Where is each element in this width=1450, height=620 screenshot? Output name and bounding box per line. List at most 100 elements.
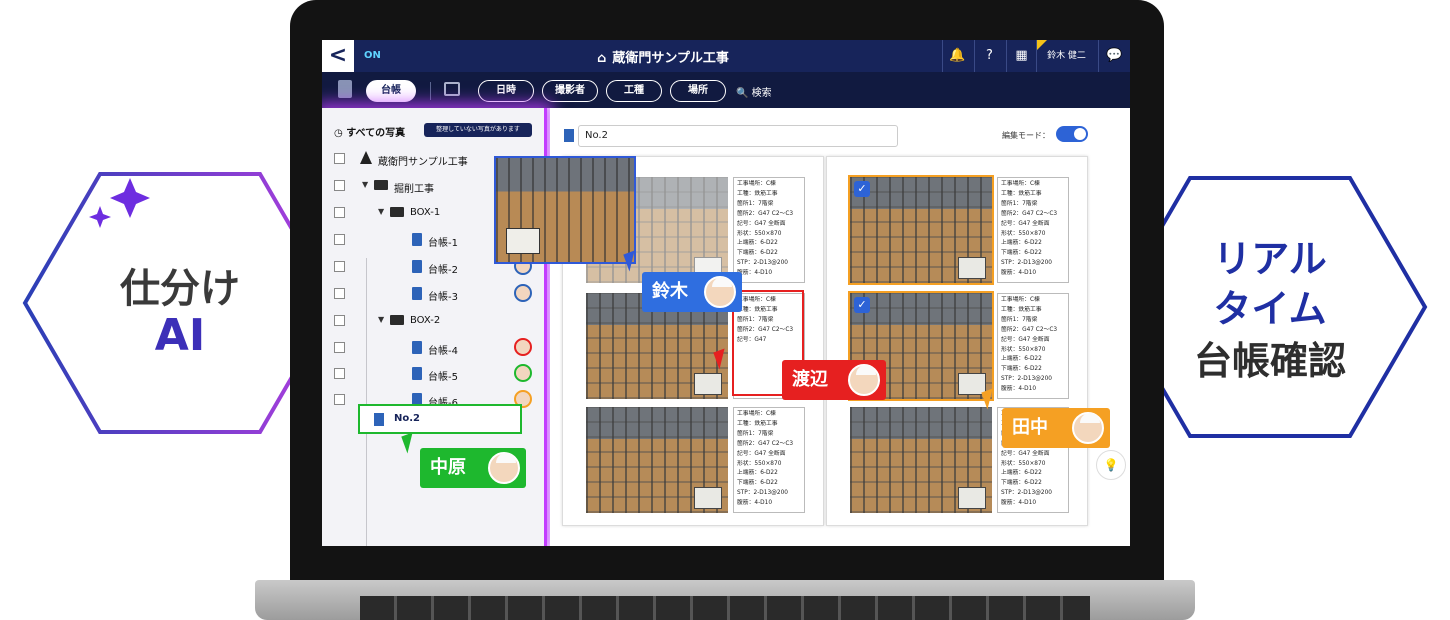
spec-line: 箇所2：G47 C2～C3: [1001, 210, 1058, 217]
filter-place[interactable]: 場所: [670, 80, 726, 102]
ledger-icon: [412, 341, 422, 354]
checkbox[interactable]: [334, 234, 345, 245]
spec-line: 工事場所：C棟: [1001, 181, 1040, 187]
ledger-icon: [374, 413, 384, 426]
cone-icon: [360, 151, 372, 164]
check-icon[interactable]: ✓: [854, 181, 870, 197]
all-photos-link[interactable]: ◷ すべての写真: [334, 124, 405, 139]
user-tag-watanabe: 渡辺: [782, 360, 886, 400]
ledger-photo[interactable]: [586, 407, 728, 513]
spec-line: 形状：550×870: [1001, 230, 1046, 237]
all-photos-label: すべての写真: [346, 128, 406, 139]
avatar: [488, 452, 520, 484]
avatar: [514, 284, 532, 302]
user-tag-tanaka: 田中: [1002, 408, 1110, 448]
ledger-icon: [412, 233, 422, 246]
search-icon: 🔍: [736, 88, 749, 99]
ledger-icon: [412, 260, 422, 273]
folder-icon: [374, 180, 388, 190]
ledger-name-input[interactable]: No.2: [578, 125, 898, 147]
filter-work-type[interactable]: 工種: [606, 80, 662, 102]
checkbox[interactable]: [334, 153, 345, 164]
new-ledger-label: No.2: [394, 413, 420, 424]
help-icon[interactable]: ?: [974, 40, 1004, 72]
tree-item-ledger-3[interactable]: 台帳-3: [322, 283, 547, 305]
spec-line: STP：2-D13@200: [737, 490, 788, 497]
ledger-photo[interactable]: [850, 407, 992, 513]
folder-icon: [390, 315, 404, 325]
grid-icon[interactable]: ▦: [1006, 40, 1036, 72]
online-status: ON: [364, 50, 381, 61]
search-link[interactable]: 🔍 検索: [736, 84, 772, 99]
tree-item-box2[interactable]: ▼ BOX-2: [322, 310, 547, 332]
spec-line: 形状：550×870: [1001, 346, 1046, 353]
book-icon[interactable]: [338, 80, 352, 98]
toggle-knob: [1074, 128, 1086, 140]
spec-line: 上端筋：6-D22: [737, 470, 778, 477]
home-icon[interactable]: ⌂: [597, 51, 606, 66]
folder-icon: [390, 207, 404, 217]
check-icon[interactable]: ✓: [854, 297, 870, 313]
edit-mode-toggle[interactable]: [1056, 126, 1088, 142]
spec-line: 記号：G47 全断面: [1001, 220, 1050, 227]
filter-date[interactable]: 日時: [478, 80, 534, 102]
spec-line: 記号：G47 全断面: [737, 220, 786, 227]
spec-line: STP：2-D13@200: [1001, 376, 1052, 383]
tab-ledger[interactable]: 台帳: [366, 80, 416, 102]
back-button[interactable]: <: [322, 40, 354, 72]
tree-item-ledger-4[interactable]: 台帳-4: [322, 337, 547, 359]
spec-line: 箇所1：7階梁: [737, 200, 774, 207]
spec-line: 記号：G47 全断面: [1001, 450, 1050, 457]
checkbox[interactable]: [334, 261, 345, 272]
checkbox[interactable]: [334, 288, 345, 299]
user-tag-name: 田中: [1012, 417, 1048, 438]
spec-line: 箇所1：7階梁: [1001, 200, 1038, 207]
user-name: 鈴木 健二: [1047, 51, 1086, 61]
user-tag-name: 渡辺: [792, 369, 828, 390]
site-board: [958, 487, 986, 509]
photo-select-icon[interactable]: [444, 82, 460, 96]
tree-item-label: 台帳-3: [428, 292, 458, 303]
lightbulb-icon[interactable]: 💡: [1096, 450, 1126, 480]
spec-line: STP：2-D13@200: [1001, 490, 1052, 497]
checkbox[interactable]: [334, 394, 345, 405]
user-tag-nakahara: 中原: [420, 448, 526, 488]
tree-item-label: 台帳-4: [428, 346, 458, 357]
chat-icon[interactable]: 💬: [1098, 40, 1130, 72]
checkbox[interactable]: [334, 207, 345, 218]
photo-spec-box: 工事場所：C棟 工種：鉄筋工事 箇所1：7階梁 箇所2：G47 C2～C3 記号…: [733, 407, 805, 513]
checkbox[interactable]: [334, 342, 345, 353]
caret-down-icon[interactable]: ▼: [378, 315, 384, 324]
spec-line: 腹筋：4-D10: [737, 270, 773, 277]
bell-icon[interactable]: 🔔: [942, 40, 972, 72]
new-ledger-item[interactable]: No.2: [358, 404, 522, 434]
spec-line: 上端筋：6-D22: [737, 240, 778, 247]
spec-line: 箇所1：7階梁: [1001, 316, 1038, 323]
ledger-icon: [564, 129, 574, 142]
checkbox[interactable]: [334, 368, 345, 379]
caret-down-icon[interactable]: ▼: [362, 180, 368, 189]
unorganized-badge[interactable]: 整理していない写真があります: [424, 123, 532, 137]
user-tag-name: 鈴木: [652, 281, 688, 302]
site-board: [958, 257, 986, 279]
ledger-icon: [412, 287, 422, 300]
user-menu[interactable]: 鈴木 健二: [1036, 40, 1096, 72]
dragged-photo[interactable]: [494, 156, 636, 264]
caret-down-icon[interactable]: ▼: [378, 207, 384, 216]
spec-line: 記号：G47 全断面: [737, 450, 786, 457]
app-title: ⌂ 蔵衛門サンプル工事: [597, 47, 729, 66]
user-tag-suzuki: 鈴木: [642, 272, 742, 312]
checkbox[interactable]: [334, 315, 345, 326]
spec-line: 記号：G47 全断面: [1001, 336, 1050, 343]
project-title: 蔵衛門サンプル工事: [612, 51, 729, 66]
spec-line: 上端筋：6-D22: [1001, 240, 1042, 247]
spec-line: 上端筋：6-D22: [1001, 470, 1042, 477]
avatar: [514, 338, 532, 356]
photo-spec-box: 工事場所：C棟 工種：鉄筋工事 箇所1：7階梁 箇所2：G47 C2～C3 記号…: [997, 177, 1069, 283]
spec-line: 上端筋：6-D22: [1001, 356, 1042, 363]
tree-item-ledger-5[interactable]: 台帳-5: [322, 363, 547, 385]
site-board: [694, 373, 722, 395]
ledger-photo-selected[interactable]: ✓: [848, 175, 994, 285]
checkbox[interactable]: [334, 180, 345, 191]
filter-photographer[interactable]: 撮影者: [542, 80, 598, 102]
